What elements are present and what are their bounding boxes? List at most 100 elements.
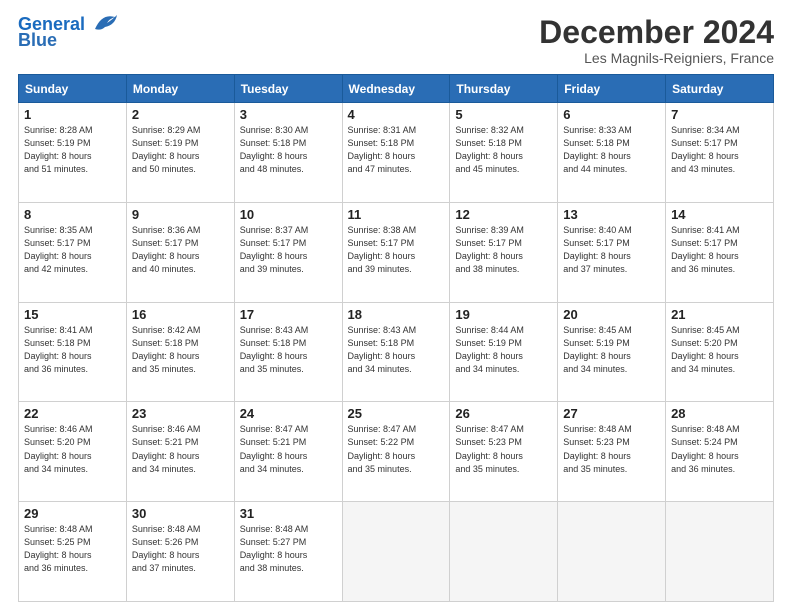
day-info: Sunrise: 8:31 AMSunset: 5:18 PMDaylight:… <box>348 125 417 174</box>
day-number: 19 <box>455 307 552 322</box>
day-number: 1 <box>24 107 121 122</box>
day-number: 23 <box>132 406 229 421</box>
calendar-week-row: 1 Sunrise: 8:28 AMSunset: 5:19 PMDayligh… <box>19 103 774 203</box>
table-row: 29 Sunrise: 8:48 AMSunset: 5:25 PMDaylig… <box>19 502 127 602</box>
day-number: 18 <box>348 307 445 322</box>
day-number: 22 <box>24 406 121 421</box>
logo-bird-icon <box>87 11 117 35</box>
day-info: Sunrise: 8:35 AMSunset: 5:17 PMDaylight:… <box>24 225 93 274</box>
day-info: Sunrise: 8:34 AMSunset: 5:17 PMDaylight:… <box>671 125 740 174</box>
table-row: 3 Sunrise: 8:30 AMSunset: 5:18 PMDayligh… <box>234 103 342 203</box>
day-number: 28 <box>671 406 768 421</box>
day-number: 30 <box>132 506 229 521</box>
day-info: Sunrise: 8:37 AMSunset: 5:17 PMDaylight:… <box>240 225 309 274</box>
table-row: 28 Sunrise: 8:48 AMSunset: 5:24 PMDaylig… <box>666 402 774 502</box>
day-info: Sunrise: 8:33 AMSunset: 5:18 PMDaylight:… <box>563 125 632 174</box>
month-title: December 2024 <box>539 15 774 50</box>
table-row: 7 Sunrise: 8:34 AMSunset: 5:17 PMDayligh… <box>666 103 774 203</box>
table-row: 30 Sunrise: 8:48 AMSunset: 5:26 PMDaylig… <box>126 502 234 602</box>
day-info: Sunrise: 8:36 AMSunset: 5:17 PMDaylight:… <box>132 225 201 274</box>
day-info: Sunrise: 8:29 AMSunset: 5:19 PMDaylight:… <box>132 125 201 174</box>
table-row: 24 Sunrise: 8:47 AMSunset: 5:21 PMDaylig… <box>234 402 342 502</box>
day-number: 27 <box>563 406 660 421</box>
day-number: 16 <box>132 307 229 322</box>
day-number: 25 <box>348 406 445 421</box>
day-info: Sunrise: 8:46 AMSunset: 5:21 PMDaylight:… <box>132 424 201 473</box>
logo-text-blue: Blue <box>18 31 57 51</box>
table-row <box>342 502 450 602</box>
day-info: Sunrise: 8:41 AMSunset: 5:17 PMDaylight:… <box>671 225 740 274</box>
day-info: Sunrise: 8:42 AMSunset: 5:18 PMDaylight:… <box>132 325 201 374</box>
day-number: 17 <box>240 307 337 322</box>
logo: General Blue <box>18 15 117 51</box>
day-number: 31 <box>240 506 337 521</box>
day-info: Sunrise: 8:44 AMSunset: 5:19 PMDaylight:… <box>455 325 524 374</box>
header: General Blue December 2024 Les Magnils-R… <box>18 15 774 66</box>
day-info: Sunrise: 8:48 AMSunset: 5:27 PMDaylight:… <box>240 524 309 573</box>
table-row: 17 Sunrise: 8:43 AMSunset: 5:18 PMDaylig… <box>234 302 342 402</box>
day-number: 13 <box>563 207 660 222</box>
calendar-week-row: 22 Sunrise: 8:46 AMSunset: 5:20 PMDaylig… <box>19 402 774 502</box>
table-row: 5 Sunrise: 8:32 AMSunset: 5:18 PMDayligh… <box>450 103 558 203</box>
table-row: 31 Sunrise: 8:48 AMSunset: 5:27 PMDaylig… <box>234 502 342 602</box>
table-row: 11 Sunrise: 8:38 AMSunset: 5:17 PMDaylig… <box>342 202 450 302</box>
day-info: Sunrise: 8:45 AMSunset: 5:19 PMDaylight:… <box>563 325 632 374</box>
col-saturday: Saturday <box>666 75 774 103</box>
day-number: 20 <box>563 307 660 322</box>
table-row: 25 Sunrise: 8:47 AMSunset: 5:22 PMDaylig… <box>342 402 450 502</box>
table-row: 26 Sunrise: 8:47 AMSunset: 5:23 PMDaylig… <box>450 402 558 502</box>
title-block: December 2024 Les Magnils-Reigniers, Fra… <box>539 15 774 66</box>
day-info: Sunrise: 8:43 AMSunset: 5:18 PMDaylight:… <box>240 325 309 374</box>
calendar-header-row: Sunday Monday Tuesday Wednesday Thursday… <box>19 75 774 103</box>
day-info: Sunrise: 8:47 AMSunset: 5:21 PMDaylight:… <box>240 424 309 473</box>
location-subtitle: Les Magnils-Reigniers, France <box>539 50 774 66</box>
day-number: 9 <box>132 207 229 222</box>
day-info: Sunrise: 8:43 AMSunset: 5:18 PMDaylight:… <box>348 325 417 374</box>
day-number: 8 <box>24 207 121 222</box>
table-row: 8 Sunrise: 8:35 AMSunset: 5:17 PMDayligh… <box>19 202 127 302</box>
day-number: 5 <box>455 107 552 122</box>
page: General Blue December 2024 Les Magnils-R… <box>0 0 792 612</box>
day-info: Sunrise: 8:32 AMSunset: 5:18 PMDaylight:… <box>455 125 524 174</box>
day-info: Sunrise: 8:45 AMSunset: 5:20 PMDaylight:… <box>671 325 740 374</box>
table-row: 21 Sunrise: 8:45 AMSunset: 5:20 PMDaylig… <box>666 302 774 402</box>
day-info: Sunrise: 8:40 AMSunset: 5:17 PMDaylight:… <box>563 225 632 274</box>
day-info: Sunrise: 8:39 AMSunset: 5:17 PMDaylight:… <box>455 225 524 274</box>
calendar-table: Sunday Monday Tuesday Wednesday Thursday… <box>18 74 774 602</box>
col-wednesday: Wednesday <box>342 75 450 103</box>
table-row: 9 Sunrise: 8:36 AMSunset: 5:17 PMDayligh… <box>126 202 234 302</box>
day-number: 11 <box>348 207 445 222</box>
table-row <box>558 502 666 602</box>
day-number: 12 <box>455 207 552 222</box>
day-number: 29 <box>24 506 121 521</box>
day-info: Sunrise: 8:48 AMSunset: 5:24 PMDaylight:… <box>671 424 740 473</box>
day-number: 2 <box>132 107 229 122</box>
day-number: 3 <box>240 107 337 122</box>
table-row <box>450 502 558 602</box>
day-number: 21 <box>671 307 768 322</box>
day-number: 7 <box>671 107 768 122</box>
day-number: 26 <box>455 406 552 421</box>
col-monday: Monday <box>126 75 234 103</box>
day-info: Sunrise: 8:48 AMSunset: 5:25 PMDaylight:… <box>24 524 93 573</box>
day-info: Sunrise: 8:30 AMSunset: 5:18 PMDaylight:… <box>240 125 309 174</box>
day-info: Sunrise: 8:41 AMSunset: 5:18 PMDaylight:… <box>24 325 93 374</box>
table-row: 23 Sunrise: 8:46 AMSunset: 5:21 PMDaylig… <box>126 402 234 502</box>
table-row: 14 Sunrise: 8:41 AMSunset: 5:17 PMDaylig… <box>666 202 774 302</box>
table-row: 16 Sunrise: 8:42 AMSunset: 5:18 PMDaylig… <box>126 302 234 402</box>
day-info: Sunrise: 8:46 AMSunset: 5:20 PMDaylight:… <box>24 424 93 473</box>
day-info: Sunrise: 8:48 AMSunset: 5:23 PMDaylight:… <box>563 424 632 473</box>
table-row: 13 Sunrise: 8:40 AMSunset: 5:17 PMDaylig… <box>558 202 666 302</box>
table-row: 12 Sunrise: 8:39 AMSunset: 5:17 PMDaylig… <box>450 202 558 302</box>
table-row: 1 Sunrise: 8:28 AMSunset: 5:19 PMDayligh… <box>19 103 127 203</box>
day-info: Sunrise: 8:47 AMSunset: 5:22 PMDaylight:… <box>348 424 417 473</box>
col-thursday: Thursday <box>450 75 558 103</box>
calendar-week-row: 29 Sunrise: 8:48 AMSunset: 5:25 PMDaylig… <box>19 502 774 602</box>
calendar-week-row: 8 Sunrise: 8:35 AMSunset: 5:17 PMDayligh… <box>19 202 774 302</box>
col-friday: Friday <box>558 75 666 103</box>
day-info: Sunrise: 8:38 AMSunset: 5:17 PMDaylight:… <box>348 225 417 274</box>
table-row: 4 Sunrise: 8:31 AMSunset: 5:18 PMDayligh… <box>342 103 450 203</box>
day-number: 4 <box>348 107 445 122</box>
table-row: 6 Sunrise: 8:33 AMSunset: 5:18 PMDayligh… <box>558 103 666 203</box>
day-number: 6 <box>563 107 660 122</box>
